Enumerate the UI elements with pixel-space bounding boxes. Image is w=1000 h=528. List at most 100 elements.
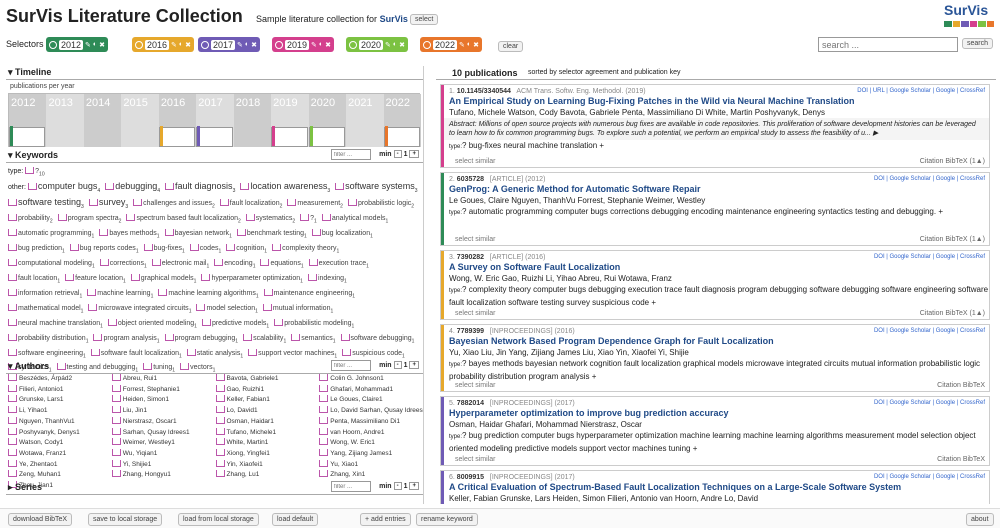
timeline-year-2019[interactable]: 2019 (271, 94, 309, 147)
about-button[interactable]: about (966, 513, 994, 526)
author-tag[interactable]: Wong, W. Eric1 (319, 438, 423, 449)
author-tag[interactable]: Ghafari, Mohammad1 (319, 384, 423, 396)
keyword-tag[interactable]: bayesian network1 (164, 228, 232, 243)
edit-icon[interactable]: ✎ (85, 41, 91, 49)
author-tag[interactable]: Watson, Cody1 (8, 438, 112, 449)
timeline-year-2020[interactable]: 2020 (308, 94, 347, 147)
author-tag[interactable]: Yin, Xiaofei1 (215, 459, 320, 471)
eye-icon[interactable] (275, 40, 283, 49)
invert-icon[interactable]: ◐ (245, 41, 249, 48)
author-tag[interactable]: Lo, David1 (215, 406, 320, 417)
keyword-tag[interactable]: bayes methods1 (99, 228, 160, 243)
keyword-tag[interactable]: fault location1 (8, 273, 60, 288)
edit-icon[interactable]: ✎ (311, 41, 317, 49)
search-button[interactable]: search (962, 38, 994, 49)
keyword-tag[interactable]: codes1 (189, 243, 221, 258)
select-similar-link[interactable]: select similar (455, 236, 495, 243)
author-tag[interactable]: Yu, Xiao1 (319, 459, 423, 471)
keyword-tag[interactable]: probabilistic logic2 (347, 198, 414, 213)
author-tag[interactable]: Xiong, Yingfei1 (215, 448, 320, 460)
timeline-year-2022[interactable]: 2022 (383, 94, 421, 147)
keyword-tag[interactable]: probability2 (8, 213, 53, 228)
citation-bibtex-links[interactable]: Citation BibTeX (937, 382, 985, 389)
author-tag[interactable]: Keller, Fabian1 (215, 395, 320, 406)
citation-bibtex-links[interactable]: Citation BibTeX (937, 456, 985, 463)
keywords-filter-input[interactable] (331, 149, 371, 160)
timeline-year-2015[interactable]: 2015 (121, 94, 159, 147)
invert-icon[interactable]: ◐ (393, 41, 397, 48)
series-filter-input[interactable] (331, 481, 371, 492)
keyword-tag[interactable]: software debugging1 (340, 333, 414, 348)
author-tag[interactable]: Zhang, Xin1 (319, 470, 423, 481)
keyword-tag[interactable]: machine learning1 (87, 288, 153, 303)
keyword-tag[interactable]: complexity theory1 (272, 243, 339, 258)
keyword-tag[interactable]: information retrieval1 (8, 288, 82, 303)
author-tag[interactable]: Osman, Haidar1 (215, 416, 320, 428)
keyword-tag[interactable]: probabilistic modeling1 (274, 318, 354, 333)
publication-entry[interactable]: 2. 6035728 [ARTICLE] (2012) DOI | Google … (440, 172, 990, 246)
timeline-bar[interactable] (9, 126, 46, 147)
publication-keywords[interactable]: type:? bayes methods bayesian network co… (441, 358, 989, 382)
keyword-tag[interactable]: computational modeling1 (8, 258, 95, 273)
edit-icon[interactable]: ✎ (385, 41, 391, 49)
authors-min-control[interactable]: min -1 + (379, 361, 419, 369)
select-collection-button[interactable]: select (410, 14, 439, 25)
download-bibtex-button[interactable]: download BibTeX (8, 513, 73, 526)
keyword-tag[interactable]: mathematical model1 (8, 303, 83, 318)
timeline-bar[interactable] (271, 126, 308, 147)
eye-icon[interactable] (135, 40, 143, 49)
authors-heading[interactable]: ▾ Authors min-1+ (6, 360, 423, 374)
author-tag[interactable]: Bavota, Gabriele1 (215, 374, 320, 385)
author-tag[interactable]: Zhang, Hongyu1 (111, 470, 216, 481)
keywords-heading[interactable]: ▾ Keywords min-1+ (6, 149, 423, 163)
keyword-tag[interactable]: software testing3 (8, 197, 84, 213)
keyword-tag[interactable]: fault diagnosis3 (165, 181, 235, 197)
keyword-tag[interactable]: program debugging1 (164, 333, 238, 348)
keyword-tag[interactable]: bug reports codes1 (69, 243, 139, 258)
keyword-tag[interactable]: maintenance engineering1 (263, 288, 355, 303)
author-tag[interactable]: Filieri, Antonio1 (8, 384, 112, 396)
keyword-tag[interactable]: indexing1 (307, 273, 347, 288)
author-tag[interactable]: Forrest, Stephanie1 (111, 384, 216, 396)
author-tag[interactable]: Nguyen, ThanhVu1 (8, 416, 112, 428)
author-tag[interactable]: Li, Yihao1 (8, 406, 112, 417)
author-tag[interactable]: Zhang, Lu1 (215, 470, 320, 481)
add-entries-button[interactable]: + add entries (360, 513, 411, 526)
keyword-tag[interactable]: fault localization2 (219, 198, 282, 213)
author-tag[interactable]: Colin G. Johnson1 (319, 374, 423, 385)
keyword-tag[interactable]: hyperparameter optimization1 (201, 273, 303, 288)
keyword-tag[interactable]: location awareness3 (240, 181, 330, 197)
keyword-tag[interactable]: spectrum based fault localization2 (126, 213, 241, 228)
invert-icon[interactable]: ◐ (319, 41, 323, 48)
timeline-bar[interactable] (308, 126, 346, 147)
author-tag[interactable]: Zeng, Muhan1 (8, 470, 112, 481)
keyword-tag[interactable]: bug localization1 (311, 228, 373, 243)
selector-2016[interactable]: 2016 ✎ ◐ ✖ (132, 37, 195, 52)
citation-bibtex-links[interactable]: Citation BibTeX (1▲) (920, 158, 985, 165)
keyword-tag[interactable]: bug prediction1 (8, 243, 65, 258)
publication-entry[interactable]: 4. 7789399 [INPROCEEDINGS] (2016) DOI | G… (440, 324, 990, 392)
keyword-tag[interactable]: probability distribution1 (8, 333, 88, 348)
timeline-year-2014[interactable]: 2014 (83, 94, 122, 147)
close-icon[interactable]: ✖ (251, 41, 257, 49)
publication-keywords[interactable]: type:? automatic programming computer bu… (441, 206, 989, 219)
author-tag[interactable]: Gao, Ruizhi1 (215, 384, 320, 396)
publication-links[interactable]: DOI | URL | Google Scholar | Google | Cr… (857, 88, 985, 94)
author-tag[interactable]: Ye, Zhentao1 (8, 459, 112, 471)
keyword-tag[interactable]: mutual information1 (262, 303, 333, 318)
timeline-heading[interactable]: ▾ Timeline (6, 67, 423, 80)
author-tag[interactable]: Beszédes, Árpád2 (8, 374, 112, 385)
publication-authors[interactable]: Osman, Haidar Ghafari, Mohammad Nierstra… (441, 419, 989, 430)
keyword-tag[interactable]: systematics2 (245, 213, 295, 228)
publication-entry[interactable]: 5. 7882014 [INPROCEEDINGS] (2017) DOI | G… (440, 396, 990, 466)
publication-links[interactable]: DOI | Google Scholar | Google | CrossRef (874, 400, 985, 406)
clear-selectors-button[interactable]: clear (498, 41, 524, 52)
close-icon[interactable]: ✖ (473, 41, 479, 49)
publication-keywords[interactable]: type:? bug prediction computer bugs hype… (441, 430, 989, 454)
select-similar-link[interactable]: select similar (455, 310, 495, 317)
keyword-tag[interactable]: semantics1 (291, 333, 336, 348)
keyword-tag[interactable]: benchmark testing1 (236, 228, 307, 243)
selector-2020[interactable]: 2020 ✎ ◐ ✖ (346, 37, 409, 52)
keyword-tag[interactable]: debugging4 (105, 181, 160, 197)
keyword-tag[interactable]: predictive models1 (201, 318, 269, 333)
